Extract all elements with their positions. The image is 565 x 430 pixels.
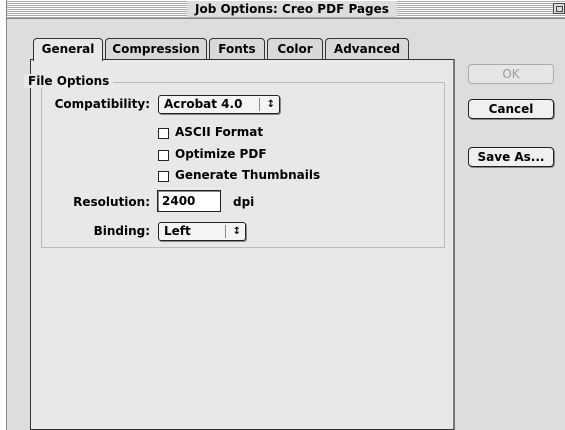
resolution-field[interactable]: 2400 xyxy=(157,190,221,212)
compatibility-label: Compatibility: xyxy=(54,97,150,111)
tab-compression[interactable]: Compression xyxy=(105,38,207,59)
generate-thumbnails-checkbox[interactable] xyxy=(158,171,169,182)
ascii-format-checkbox[interactable] xyxy=(158,128,169,139)
compatibility-popup[interactable]: Acrobat 4.0 ↕ xyxy=(158,95,280,114)
resolution-label: Resolution: xyxy=(73,195,150,209)
binding-value: Left xyxy=(164,224,191,238)
window-title: Job Options: Creo PDF Pages xyxy=(187,1,397,17)
optimize-pdf-label[interactable]: Optimize PDF xyxy=(175,147,267,161)
ascii-format-label[interactable]: ASCII Format xyxy=(175,125,263,139)
title-bar[interactable]: Job Options: Creo PDF Pages xyxy=(0,0,565,19)
optimize-pdf-checkbox[interactable] xyxy=(158,150,169,161)
binding-popup[interactable]: Left ↕ xyxy=(158,222,246,241)
resolution-unit: dpi xyxy=(233,195,255,209)
cancel-button[interactable]: Cancel xyxy=(468,99,554,119)
tab-advanced[interactable]: Advanced xyxy=(325,38,409,59)
zoom-box-icon[interactable] xyxy=(553,3,565,14)
compatibility-value: Acrobat 4.0 xyxy=(164,97,243,111)
window-frame-left xyxy=(0,0,7,430)
tab-color[interactable]: Color xyxy=(267,38,323,59)
job-options-window: Job Options: Creo PDF Pages General Comp… xyxy=(0,0,565,430)
file-options-title: File Options xyxy=(24,74,114,88)
updown-arrows-icon: ↕ xyxy=(232,226,241,237)
tab-general[interactable]: General xyxy=(33,38,103,61)
save-as-button[interactable]: Save As... xyxy=(468,147,554,167)
binding-label: Binding: xyxy=(93,224,150,238)
generate-thumbnails-label[interactable]: Generate Thumbnails xyxy=(175,168,320,182)
updown-arrows-icon: ↕ xyxy=(266,99,275,110)
general-tab-panel xyxy=(30,59,455,430)
tab-fonts[interactable]: Fonts xyxy=(209,38,265,59)
ok-button[interactable]: OK xyxy=(468,64,554,84)
